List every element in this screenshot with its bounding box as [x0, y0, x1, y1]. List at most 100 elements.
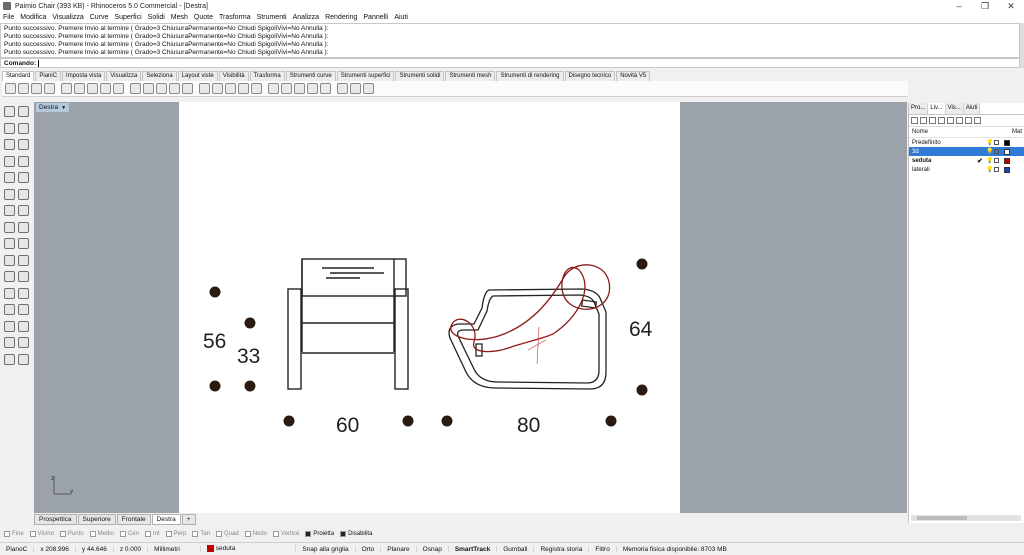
toolbar-tab[interactable]: Visibilità	[218, 71, 249, 81]
lock-icon[interactable]	[994, 149, 999, 154]
view-tab-frontale[interactable]: Frontale	[116, 514, 151, 525]
layer-icon[interactable]	[281, 83, 292, 94]
grid-icon[interactable]	[225, 83, 236, 94]
boolean-icon[interactable]	[18, 238, 29, 249]
select-arrow-icon[interactable]	[4, 106, 15, 117]
rotate-icon[interactable]	[143, 83, 154, 94]
options-icon[interactable]	[350, 83, 361, 94]
menu-item-solidi[interactable]: Solidi	[148, 14, 165, 21]
material-icon[interactable]	[307, 83, 318, 94]
move-down-icon[interactable]	[947, 117, 954, 124]
toolbar-tab[interactable]: Strumenti curve	[285, 71, 336, 81]
help-icon[interactable]	[974, 117, 981, 124]
hide-icon[interactable]	[4, 353, 15, 365]
osnap-disabilita[interactable]: Disabilita	[340, 530, 372, 537]
rectangle-icon[interactable]	[18, 155, 29, 167]
status-registra-storia[interactable]: Registra storia	[534, 545, 590, 553]
join-icon[interactable]	[4, 304, 15, 315]
toolbar-tab[interactable]: Strumenti mesh	[445, 71, 496, 81]
zoom-extents-icon[interactable]	[182, 83, 193, 94]
pan-icon[interactable]	[130, 83, 141, 94]
scale-icon[interactable]	[18, 271, 29, 282]
menu-item-pannelli[interactable]: Pannelli	[363, 14, 388, 21]
command-line[interactable]: Comando:	[0, 58, 1020, 68]
toolbar-tab[interactable]: Trasforma	[249, 71, 285, 81]
view-tab-superiore[interactable]: Superiore	[77, 514, 116, 525]
panel-tab[interactable]: Liv...	[928, 103, 946, 114]
array-icon[interactable]	[18, 287, 29, 299]
toolbar-tab[interactable]: PianiC	[35, 71, 62, 81]
copy-tool-icon[interactable]	[18, 254, 29, 266]
zoom-selected-icon[interactable]	[199, 83, 210, 94]
environment-icon[interactable]	[337, 83, 348, 94]
maximize-icon[interactable]: ❐	[972, 0, 998, 12]
panel-tab[interactable]: Aiuti	[963, 103, 981, 114]
lock-icon[interactable]	[18, 353, 29, 365]
undo-icon[interactable]	[113, 83, 124, 94]
light-bulb-icon[interactable]: 💡	[986, 157, 993, 164]
arc-icon[interactable]	[18, 139, 29, 150]
lock-icon[interactable]	[994, 140, 999, 145]
status-snap-alla-griglia[interactable]: Snap alla griglia	[296, 545, 356, 553]
menu-item-modifica[interactable]: Modifica	[20, 14, 46, 21]
curve-icon[interactable]	[18, 172, 29, 183]
layer-color-swatch[interactable]	[1004, 139, 1010, 146]
text-icon[interactable]	[18, 337, 29, 348]
zoom-icon[interactable]	[156, 83, 167, 94]
menu-item-mesh[interactable]: Mesh	[171, 14, 188, 21]
polygon-icon[interactable]	[4, 172, 15, 183]
toolbar-tab[interactable]: Layout viste	[177, 71, 218, 81]
new-layer-icon[interactable]	[911, 117, 918, 124]
menu-item-file[interactable]: File	[3, 14, 14, 21]
sphere-tool-icon[interactable]	[18, 221, 29, 233]
cut-icon[interactable]	[74, 83, 85, 94]
tools-icon[interactable]	[965, 117, 972, 124]
dimension-icon[interactable]	[4, 337, 15, 348]
panel-tab[interactable]: Pro...	[909, 103, 929, 114]
rotate-tool-icon[interactable]	[4, 271, 15, 282]
command-scrollbar[interactable]	[1020, 23, 1024, 68]
osnap-punto[interactable]: Punto	[59, 530, 84, 537]
offset-icon[interactable]	[18, 188, 29, 200]
render-icon[interactable]	[268, 83, 279, 94]
shade-icon[interactable]	[251, 83, 262, 94]
menu-item-quote[interactable]: Quote	[194, 14, 213, 21]
lock-icon[interactable]	[994, 167, 999, 172]
light-bulb-icon[interactable]: 💡	[986, 148, 993, 155]
toolbar-tab[interactable]: Imposta vista	[62, 71, 106, 81]
zoom-window-icon[interactable]	[169, 83, 180, 94]
move-up-icon[interactable]	[938, 117, 945, 124]
close-icon[interactable]: ✕	[998, 0, 1024, 12]
menu-item-superfici[interactable]: Superfici	[114, 14, 141, 21]
osnap-proietta[interactable]: Proietta	[305, 530, 334, 537]
layers-scrollbar[interactable]	[911, 515, 1021, 521]
panel-tab[interactable]: Vis...	[945, 103, 964, 114]
layer-row-seduta[interactable]: seduta ✔ 💡	[909, 156, 1024, 165]
print-icon[interactable]	[44, 83, 55, 94]
new-file-icon[interactable]	[5, 83, 16, 94]
surface-icon[interactable]	[4, 205, 15, 216]
toolbar-tab[interactable]: Strumenti di rendering	[496, 71, 564, 81]
mirror-icon[interactable]	[4, 287, 15, 299]
menu-item-aiuti[interactable]: Aiuti	[394, 14, 408, 21]
toolbar-tab[interactable]: Seleziona	[142, 71, 177, 81]
status-planare[interactable]: Planare	[381, 545, 417, 553]
save-icon[interactable]	[31, 83, 42, 94]
select-icon[interactable]	[212, 83, 223, 94]
filter-icon[interactable]	[956, 117, 963, 124]
toolbar-tab[interactable]: Standard	[2, 71, 35, 81]
copy-icon[interactable]	[87, 83, 98, 94]
status-gumball[interactable]: Gumball	[497, 545, 535, 553]
status-units[interactable]: Millimetri	[148, 545, 201, 553]
toolbar-tab[interactable]: Novità V5	[616, 71, 651, 81]
line-icon[interactable]	[4, 122, 15, 134]
osnap-perp[interactable]: Perp	[165, 530, 186, 537]
osnap-vicino[interactable]: Vicino	[29, 530, 54, 537]
osnap-tan[interactable]: Tan	[192, 530, 210, 537]
osnap-int[interactable]: Int	[144, 530, 160, 537]
split-icon[interactable]	[18, 320, 29, 332]
help-icon[interactable]	[363, 83, 374, 94]
menu-item-strumenti[interactable]: Strumenti	[257, 14, 287, 21]
polyline-icon[interactable]	[18, 122, 29, 134]
lock-icon[interactable]	[994, 158, 999, 163]
